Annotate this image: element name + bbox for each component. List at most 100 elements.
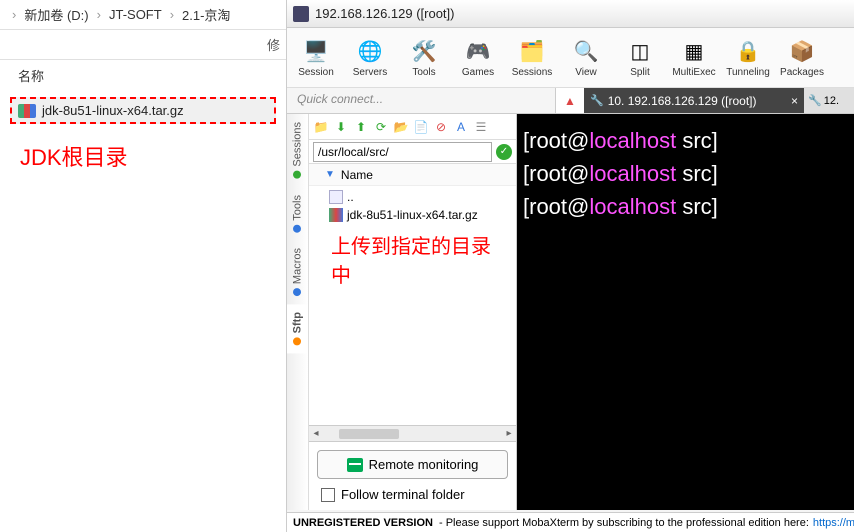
workspace: Sessions Tools Macros Sftp 📁 ⬇ ⬆ ⟳ 📂 📄 ⊘…: [287, 114, 854, 510]
split-icon: ◫: [626, 37, 654, 65]
toolbar-label: MultiExec: [672, 67, 715, 78]
sftp-panel: Sessions Tools Macros Sftp 📁 ⬇ ⬆ ⟳ 📂 📄 ⊘…: [287, 114, 517, 510]
packages-button[interactable]: 📦 Packages: [775, 32, 829, 84]
servers-icon: 🌐: [356, 37, 384, 65]
mobaxterm-window: 192.168.126.129 ([root]) 🖥️ Session 🌐 Serve…: [287, 0, 854, 532]
sftp-path-input[interactable]: [313, 142, 492, 162]
wrench-icon: 🔧: [808, 94, 822, 107]
wrench-icon: 🔧: [590, 94, 604, 107]
delete-icon[interactable]: ⊘: [433, 119, 449, 135]
games-button[interactable]: 🎮 Games: [451, 32, 505, 84]
refresh-icon[interactable]: ⟳: [373, 119, 389, 135]
home-tab[interactable]: ▲: [556, 88, 584, 113]
tools-icon: 🛠️: [410, 37, 438, 65]
sftp-file-name: jdk-8u51-linux-x64.tar.gz: [347, 208, 478, 222]
folder-up-icon: [329, 190, 343, 204]
new-folder-icon[interactable]: 📂: [393, 119, 409, 135]
sftp-scrollbar[interactable]: ◂ ▸: [309, 425, 516, 441]
new-file-icon[interactable]: 📄: [413, 119, 429, 135]
multiexec-button[interactable]: ▦ MultiExec: [667, 32, 721, 84]
breadcrumb-item[interactable]: 2.1-京淘: [182, 5, 230, 24]
sftp-footer: Remote monitoring Follow terminal folder: [309, 441, 516, 510]
side-tab-macros[interactable]: Macros: [287, 240, 308, 304]
file-row-jdk[interactable]: jdk-8u51-linux-x64.tar.gz: [10, 97, 276, 124]
dot-icon: [294, 288, 302, 296]
status-bar: UNREGISTERED VERSION - Please support Mo…: [287, 512, 854, 532]
column-modified-header[interactable]: 修: [0, 30, 286, 60]
sftp-name-header: Name: [341, 168, 373, 182]
archive-icon: [329, 208, 343, 222]
scroll-thumb[interactable]: [339, 429, 399, 439]
dot-icon: [294, 224, 302, 232]
toolbar-label: Session: [298, 67, 334, 78]
scroll-left-icon[interactable]: ◂: [309, 428, 323, 439]
split-button[interactable]: ◫ Split: [613, 32, 667, 84]
file-explorer-panel: › 新加卷 (D:) › JT-SOFT › 2.1-京淘 修 名称 jdk-8…: [0, 0, 287, 532]
toolbar-label: Split: [630, 67, 649, 78]
games-icon: 🎮: [464, 37, 492, 65]
properties-icon[interactable]: A: [453, 119, 469, 135]
sftp-up-label: ..: [347, 190, 354, 204]
view-icon: 🔍: [572, 37, 600, 65]
file-name: jdk-8u51-linux-x64.tar.gz: [42, 103, 184, 118]
main-toolbar: 🖥️ Session 🌐 Servers 🛠️Tools 🎮 Games 🗂️Sessions…: [287, 28, 854, 88]
settings-icon[interactable]: ☰: [473, 119, 489, 135]
tunneling-button[interactable]: 🔒Tunneling: [721, 32, 775, 84]
sftp-file-list: .. jdk-8u51-linux-x64.tar.gz 上传到指定的目录中: [309, 186, 516, 425]
remote-monitoring-button[interactable]: Remote monitoring: [317, 450, 508, 479]
unregistered-label: UNREGISTERED VERSION: [293, 517, 433, 529]
footer-text: - Please support MobaXterm by subscribin…: [439, 517, 809, 529]
terminal[interactable]: [root@localhost src][root@localhost src]…: [517, 114, 854, 510]
view-button[interactable]: 🔍 View: [559, 32, 613, 84]
upload-icon[interactable]: ⬆: [353, 119, 369, 135]
folder-up-icon[interactable]: 📁: [313, 119, 329, 135]
session-icon: 🖥️: [302, 37, 330, 65]
column-name-header[interactable]: 名称: [0, 60, 286, 91]
checkbox-icon[interactable]: [321, 488, 335, 502]
servers-button[interactable]: 🌐 Servers: [343, 32, 397, 84]
breadcrumb-item[interactable]: JT-SOFT: [109, 7, 162, 22]
sessions-button[interactable]: 🗂️Sessions: [505, 32, 559, 84]
sftp-path-row: ✓: [309, 140, 516, 164]
sort-arrow-icon: ▼: [325, 169, 335, 180]
sftp-up-row[interactable]: ..: [329, 188, 496, 206]
app-icon: [293, 6, 309, 22]
download-icon[interactable]: ⬇: [333, 119, 349, 135]
footer-link[interactable]: https://mob: [813, 517, 854, 529]
monitor-icon: [347, 458, 363, 472]
chevron-right-icon: ›: [12, 7, 16, 22]
toolbar-label: Games: [462, 67, 494, 78]
side-tab-sftp[interactable]: Sftp: [287, 304, 308, 353]
close-icon[interactable]: ×: [791, 94, 798, 108]
toolbar-label: View: [575, 67, 597, 78]
annotation-upload-target: 上传到指定的目录中: [329, 224, 496, 294]
tab-label: 12.: [824, 95, 839, 107]
chevron-right-icon: ›: [97, 7, 101, 22]
toolbar-label: Packages: [780, 67, 824, 78]
home-icon: ▲: [564, 94, 576, 108]
breadcrumb[interactable]: › 新加卷 (D:) › JT-SOFT › 2.1-京淘: [0, 0, 286, 30]
packages-icon: 📦: [788, 37, 816, 65]
follow-terminal-checkbox[interactable]: Follow terminal folder: [317, 479, 508, 502]
scroll-right-icon[interactable]: ▸: [502, 428, 516, 439]
sftp-toolbar: 📁 ⬇ ⬆ ⟳ 📂 📄 ⊘ A ☰: [309, 114, 516, 140]
sftp-body: 📁 ⬇ ⬆ ⟳ 📂 📄 ⊘ A ☰ ✓ ▼ Name: [309, 114, 516, 510]
side-tab-tools[interactable]: Tools: [287, 187, 308, 241]
session-tab-active[interactable]: 🔧 10. 192.168.126.129 ([root]) ×: [584, 88, 804, 113]
titlebar: 192.168.126.129 ([root]): [287, 0, 854, 28]
annotation-jdk-root: JDK根目录: [20, 140, 128, 172]
session-button[interactable]: 🖥️ Session: [289, 32, 343, 84]
quick-connect-input[interactable]: Quick connect...: [287, 88, 556, 113]
tools-button[interactable]: 🛠️Tools: [397, 32, 451, 84]
session-tab-inactive[interactable]: 🔧 12.: [804, 88, 854, 113]
breadcrumb-item[interactable]: 新加卷 (D:): [24, 5, 88, 24]
sftp-file-row[interactable]: jdk-8u51-linux-x64.tar.gz: [329, 206, 496, 224]
toolbar-label: Tunneling: [726, 67, 770, 78]
side-tab-sessions[interactable]: Sessions: [287, 114, 308, 187]
toolbar-label: Sessions: [512, 67, 553, 78]
multiexec-icon: ▦: [680, 37, 708, 65]
dot-icon: [294, 338, 302, 346]
archive-icon: [18, 104, 36, 118]
toolbar-label: Servers: [353, 67, 387, 78]
sftp-column-header[interactable]: ▼ Name: [309, 164, 516, 186]
